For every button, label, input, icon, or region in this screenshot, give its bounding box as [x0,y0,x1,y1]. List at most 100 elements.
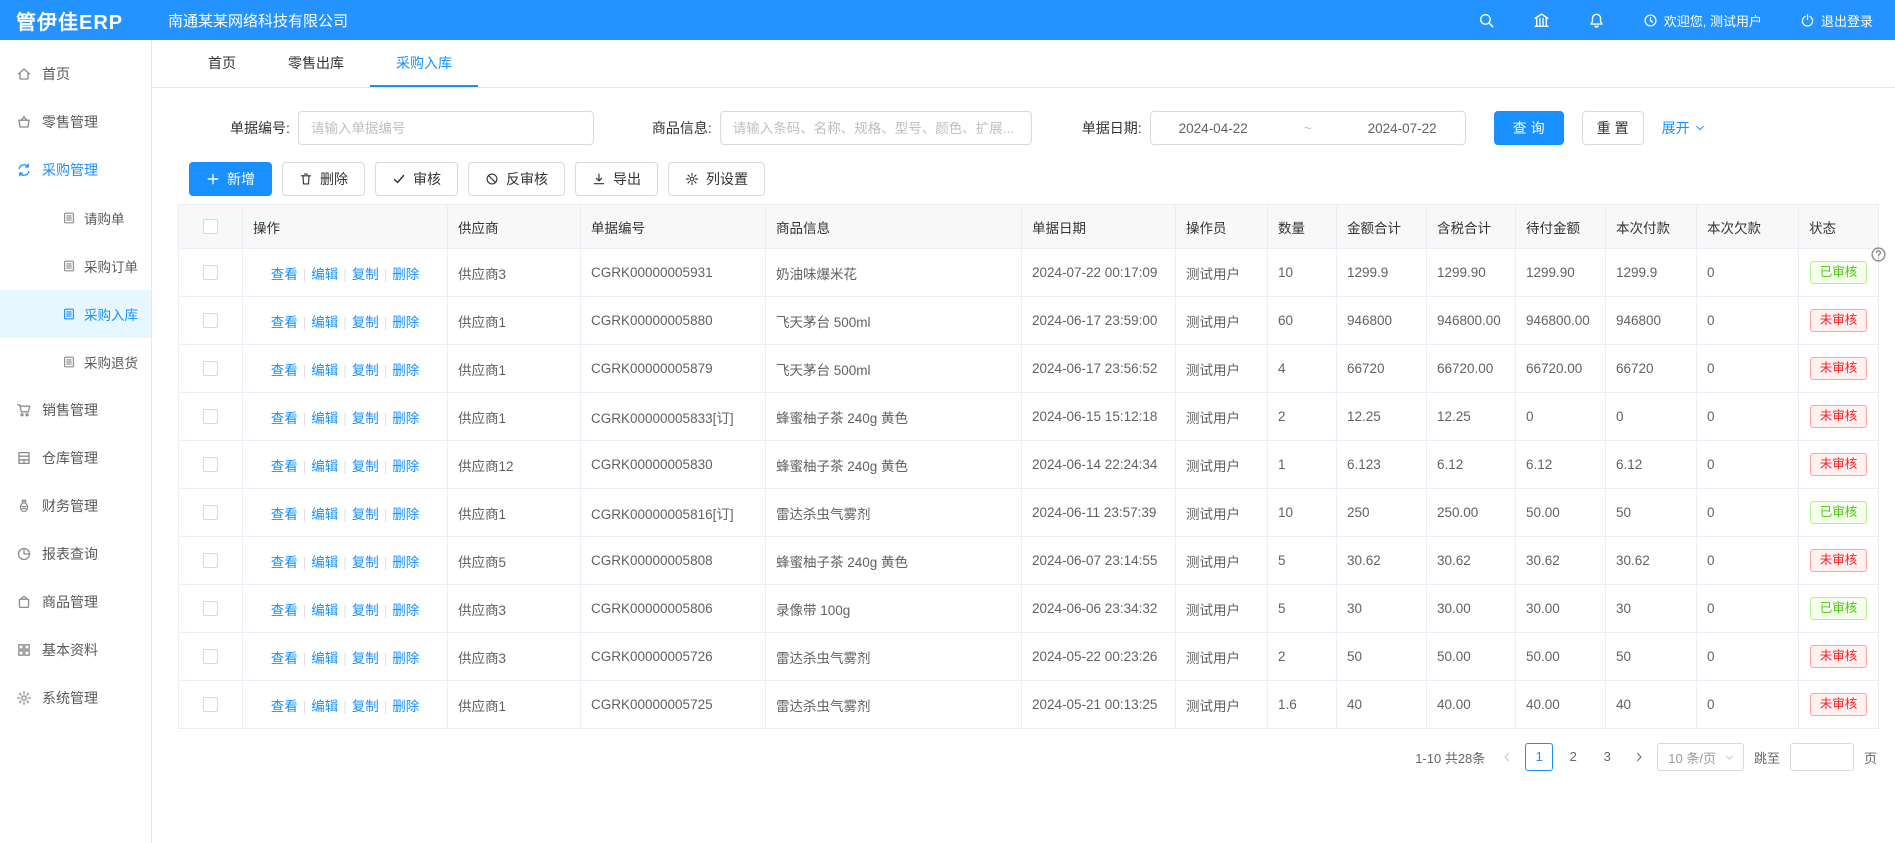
bell-icon[interactable] [1588,12,1605,29]
edit-link[interactable]: 编辑 [311,603,338,618]
view-link[interactable]: 查看 [271,315,298,330]
delete-link[interactable]: 删除 [392,699,419,714]
row-checkbox[interactable] [203,265,218,280]
sidebar-item[interactable]: 采购入库 [0,290,151,338]
edit-link[interactable]: 编辑 [311,555,338,570]
delete-link[interactable]: 删除 [392,363,419,378]
doc-no-input[interactable] [298,111,594,145]
toolbar-button[interactable]: 导出 [575,162,658,196]
sidebar-item[interactable]: 零售管理 [0,98,151,146]
cell-paid: 66720 [1606,345,1697,393]
row-checkbox[interactable] [203,697,218,712]
sidebar-item[interactable]: 请购单 [0,194,151,242]
view-link[interactable]: 查看 [271,699,298,714]
row-checkbox[interactable] [203,361,218,376]
view-link[interactable]: 查看 [271,555,298,570]
page-list: 123 [1525,743,1621,771]
help-icon[interactable] [1870,246,1887,263]
toolbar-button[interactable]: 新增 [189,162,272,196]
sidebar-item[interactable]: 采购管理 [0,146,151,194]
next-page-icon[interactable] [1631,751,1647,763]
edit-link[interactable]: 编辑 [311,363,338,378]
sidebar-item[interactable]: 财务管理 [0,482,151,530]
logout-button[interactable]: 退出登录 [1800,11,1873,30]
copy-link[interactable]: 复制 [352,603,379,618]
sidebar-item[interactable]: 商品管理 [0,578,151,626]
date-to[interactable]: 2024-07-22 [1368,121,1437,136]
view-link[interactable]: 查看 [271,603,298,618]
copy-link[interactable]: 复制 [352,267,379,282]
tab[interactable]: 采购入库 [370,40,478,87]
cell-product: 雷达杀虫气雾剂 [766,489,1022,537]
toolbar-button[interactable]: 反审核 [468,162,565,196]
view-link[interactable]: 查看 [271,267,298,282]
toolbar-button[interactable]: 删除 [282,162,365,196]
delete-link[interactable]: 删除 [392,603,419,618]
edit-link[interactable]: 编辑 [311,315,338,330]
page-number[interactable]: 2 [1559,743,1587,771]
edit-link[interactable]: 编辑 [311,699,338,714]
delete-link[interactable]: 删除 [392,651,419,666]
row-checkbox[interactable] [203,553,218,568]
delete-link[interactable]: 删除 [392,507,419,522]
sidebar-item[interactable]: 采购退货 [0,338,151,386]
cell-operator: 测试用户 [1176,249,1268,297]
user-menu[interactable]: 欢迎您, 测试用户 [1643,11,1762,30]
search-button[interactable]: 查询 [1494,111,1564,145]
view-link[interactable]: 查看 [271,507,298,522]
sidebar-item[interactable]: 报表查询 [0,530,151,578]
delete-link[interactable]: 删除 [392,267,419,282]
copy-link[interactable]: 复制 [352,507,379,522]
row-checkbox[interactable] [203,505,218,520]
view-link[interactable]: 查看 [271,411,298,426]
expand-link[interactable]: 展开 [1662,118,1706,138]
copy-link[interactable]: 复制 [352,363,379,378]
sidebar-item[interactable]: 销售管理 [0,386,151,434]
edit-link[interactable]: 编辑 [311,459,338,474]
view-link[interactable]: 查看 [271,651,298,666]
page-number[interactable]: 3 [1593,743,1621,771]
jump-page-input[interactable] [1790,743,1854,771]
edit-link[interactable]: 编辑 [311,507,338,522]
edit-link[interactable]: 编辑 [311,411,338,426]
sidebar-item[interactable]: 仓库管理 [0,434,151,482]
delete-link[interactable]: 删除 [392,411,419,426]
page-number[interactable]: 1 [1525,743,1553,771]
copy-link[interactable]: 复制 [352,651,379,666]
sidebar-item[interactable]: 基本资料 [0,626,151,674]
select-all-checkbox[interactable] [203,219,218,234]
page-size-select[interactable]: 10 条/页 [1657,743,1744,771]
view-link[interactable]: 查看 [271,363,298,378]
tab[interactable]: 首页 [182,40,262,87]
tab[interactable]: 零售出库 [262,40,370,87]
copy-link[interactable]: 复制 [352,459,379,474]
row-checkbox[interactable] [203,409,218,424]
date-from[interactable]: 2024-04-22 [1179,121,1248,136]
view-link[interactable]: 查看 [271,459,298,474]
prev-page-icon[interactable] [1499,751,1515,763]
cell-supplier: 供应商3 [448,633,581,681]
delete-link[interactable]: 删除 [392,315,419,330]
row-checkbox[interactable] [203,601,218,616]
row-checkbox[interactable] [203,649,218,664]
date-range-picker[interactable]: 2024-04-22 ~ 2024-07-22 [1150,111,1466,145]
copy-link[interactable]: 复制 [352,555,379,570]
search-icon[interactable] [1478,12,1495,29]
delete-link[interactable]: 删除 [392,555,419,570]
copy-link[interactable]: 复制 [352,315,379,330]
sidebar-item[interactable]: 首页 [0,50,151,98]
copy-link[interactable]: 复制 [352,699,379,714]
bank-icon[interactable] [1533,12,1550,29]
toolbar-button[interactable]: 审核 [375,162,458,196]
product-input[interactable] [720,111,1032,145]
delete-link[interactable]: 删除 [392,459,419,474]
row-checkbox[interactable] [203,313,218,328]
copy-link[interactable]: 复制 [352,411,379,426]
reset-button[interactable]: 重置 [1582,111,1644,145]
edit-link[interactable]: 编辑 [311,651,338,666]
row-checkbox[interactable] [203,457,218,472]
sidebar-item[interactable]: 采购订单 [0,242,151,290]
toolbar-button[interactable]: 列设置 [668,162,765,196]
edit-link[interactable]: 编辑 [311,267,338,282]
sidebar-item[interactable]: 系统管理 [0,674,151,722]
